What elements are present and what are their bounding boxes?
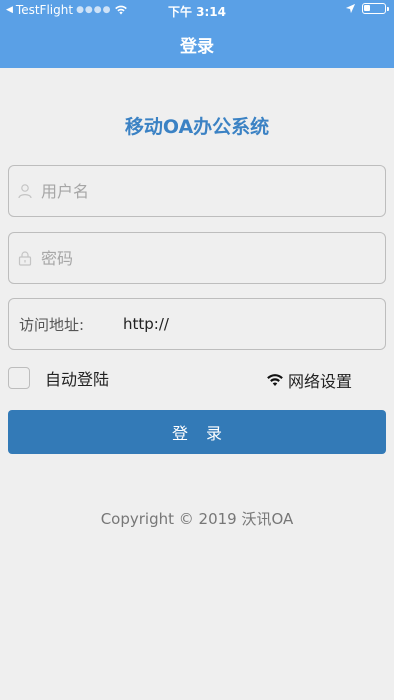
nav-title: 登录	[180, 36, 214, 57]
login-button[interactable]: 登录	[8, 410, 386, 454]
wifi-icon	[267, 374, 283, 386]
network-settings-label: 网络设置	[287, 372, 352, 391]
auto-login-checkbox[interactable]	[8, 367, 30, 389]
battery-level	[364, 5, 370, 11]
username-input[interactable]	[41, 181, 385, 201]
lock-icon	[18, 251, 32, 266]
network-settings-button[interactable]: 网络设置	[266, 368, 352, 392]
copyright-text: Copyright © 2019 沃讯OA	[100, 510, 294, 528]
url-input[interactable]	[123, 315, 385, 333]
user-icon	[18, 184, 32, 199]
status-bar: ◀ TestFlight ●●●● 下午 3:14	[0, 0, 394, 20]
password-input[interactable]	[41, 248, 385, 268]
status-time: 下午 3:14	[167, 5, 227, 19]
auto-login-option[interactable]: 自动登陆	[8, 366, 109, 390]
password-field[interactable]	[8, 232, 386, 284]
battery-icon	[362, 3, 389, 14]
app-title: 移动OA办公系统	[124, 116, 270, 138]
url-field[interactable]: 访问地址:	[8, 298, 386, 350]
url-label: 访问地址:	[19, 315, 85, 334]
nav-bar: 登录	[0, 20, 394, 68]
username-field[interactable]	[8, 165, 386, 217]
location-arrow-icon	[345, 3, 356, 14]
auto-login-label: 自动登陆	[45, 370, 110, 389]
